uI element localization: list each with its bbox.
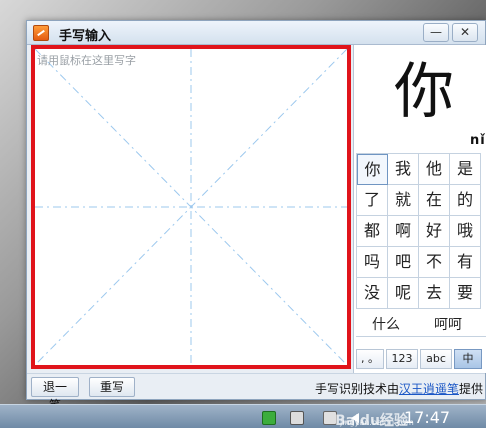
phrase-row: 什么 呵呵 <box>356 309 486 337</box>
candidate-cell[interactable]: 好 <box>419 216 450 247</box>
minimize-button[interactable]: — <box>423 23 449 42</box>
candidate-cell[interactable]: 吗 <box>357 247 388 278</box>
punctuation-mode-button[interactable]: , 。 <box>356 349 384 369</box>
network-icon[interactable] <box>262 411 276 425</box>
preview-character: 你 <box>394 57 454 127</box>
watermark-url: jingyan.baidu.com <box>340 418 414 427</box>
battery-icon[interactable] <box>290 411 304 425</box>
pad-placeholder: 请用鼠标在这里写字 <box>37 54 136 67</box>
window-title: 手写输入 <box>59 29 112 44</box>
recognition-panel: 你 nǐ 你 我 他 是 了 就 在 的 都 啊 好 哦 吗 吧 不 有 没 呢… <box>353 45 486 373</box>
credit-suffix: 提供 <box>458 382 483 396</box>
phrase-candidate[interactable]: 什么 <box>372 314 400 334</box>
candidate-cell[interactable]: 没 <box>357 278 388 309</box>
letter-mode-button[interactable]: abc <box>420 349 452 369</box>
phrase-candidate[interactable]: 呵呵 <box>434 314 462 334</box>
undo-stroke-button[interactable]: 退一笔 <box>31 377 79 412</box>
candidate-cell[interactable]: 不 <box>419 247 450 278</box>
rewrite-button[interactable]: 重写 <box>89 377 135 397</box>
handwriting-window: 手写输入 — ✕ 请用鼠标在这里写字 你 nǐ 你 我 他 是 了 就 在 的 … <box>26 20 486 412</box>
candidate-cell[interactable]: 呢 <box>388 278 419 309</box>
chinese-mode-button[interactable]: 中 <box>454 349 482 369</box>
title-bar[interactable]: 手写输入 — ✕ <box>27 21 485 45</box>
candidate-cell[interactable]: 在 <box>419 185 450 216</box>
candidate-cell[interactable]: 去 <box>419 278 450 309</box>
candidate-cell[interactable]: 你 <box>357 154 388 185</box>
candidate-cell[interactable]: 我 <box>388 154 419 185</box>
writing-pad[interactable]: 请用鼠标在这里写字 <box>31 45 351 369</box>
candidate-cell[interactable]: 都 <box>357 216 388 247</box>
candidate-cell[interactable]: 吧 <box>388 247 419 278</box>
candidate-cell[interactable]: 哦 <box>450 216 481 247</box>
credit-text: 手写识别技术由汉王逍遥笔提供 <box>315 380 483 397</box>
candidate-cell[interactable]: 啊 <box>388 216 419 247</box>
candidate-grid: 你 我 他 是 了 就 在 的 都 啊 好 哦 吗 吧 不 有 没 呢 去 要 <box>356 153 481 309</box>
credit-prefix: 手写识别技术由 <box>314 382 399 396</box>
pinyin-label: nǐ <box>470 133 486 148</box>
candidate-cell[interactable]: 要 <box>450 278 481 309</box>
candidate-cell[interactable]: 了 <box>357 185 388 216</box>
number-mode-button[interactable]: 123 <box>386 349 418 369</box>
candidate-cell[interactable]: 有 <box>450 247 481 278</box>
candidate-cell[interactable]: 的 <box>450 185 481 216</box>
pad-guide-lines <box>35 49 347 365</box>
pen-app-icon <box>33 25 49 41</box>
candidate-cell[interactable]: 就 <box>388 185 419 216</box>
bottom-toolbar: 退一笔 重写 手写识别技术由汉王逍遥笔提供 <box>27 373 485 412</box>
candidate-cell[interactable]: 是 <box>450 154 481 185</box>
close-button[interactable]: ✕ <box>452 23 478 42</box>
input-mode-tabs: , 。 123 abc 中 <box>356 349 486 369</box>
candidate-cell[interactable]: 他 <box>419 154 450 185</box>
xiaoyaobi-link[interactable]: 逍遥笔 <box>423 382 459 396</box>
hanwang-link[interactable]: 汉王 <box>399 382 423 396</box>
